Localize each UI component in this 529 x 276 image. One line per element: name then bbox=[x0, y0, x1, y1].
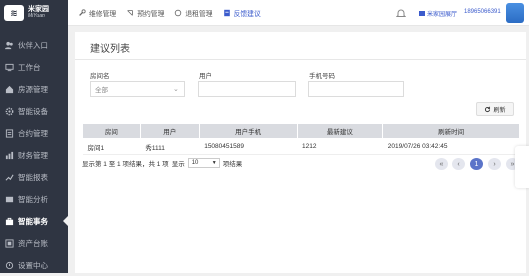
refresh-icon bbox=[485, 106, 491, 112]
sidebar-item-assets[interactable]: 资产台账 bbox=[0, 232, 68, 254]
refresh-button[interactable]: 刷新 bbox=[476, 102, 514, 116]
sidebar-item-label: 资产台账 bbox=[18, 238, 48, 248]
sidebar-item-finance[interactable]: 财务管理 bbox=[0, 144, 68, 166]
room-select-value: 全部 bbox=[95, 87, 108, 94]
phone-filter-label: 手机号码 bbox=[309, 73, 335, 80]
cell-time: 2019/07/26 03:42:45 bbox=[382, 138, 520, 155]
analysis-icon bbox=[5, 196, 14, 202]
next-page-button[interactable]: › bbox=[488, 158, 501, 170]
logo-subtitle: MiYuan bbox=[28, 13, 45, 19]
sidebar-item-partner[interactable]: 伙伴入口 bbox=[0, 34, 68, 56]
cell-user: 秀1111 bbox=[140, 138, 200, 155]
table-header-row: 房间 用户 用户手机 最新建议 刷新时间 bbox=[82, 123, 520, 139]
page-size-label: 显示 bbox=[171, 161, 185, 168]
sidebar-item-label: 智能分析 bbox=[18, 194, 48, 204]
topnav-label: 反馈建议 bbox=[233, 10, 261, 18]
pagination-info: 显示第 1 至 1 项结果，共 1 项 显示 10 项结果 bbox=[82, 158, 242, 168]
top-bar: 维修管理 预约管理 退租管理 反馈建议 米家园展厅 18965066391 bbox=[68, 0, 529, 26]
sidebar-item-analysis[interactable]: 智能分析 bbox=[0, 188, 68, 210]
chevron-down-icon: ⌄ bbox=[173, 86, 179, 93]
topnav-label: 退租管理 bbox=[185, 10, 213, 18]
wrench-icon bbox=[79, 8, 86, 16]
page-title: 建议列表 bbox=[90, 44, 130, 55]
sidebar-item-reports[interactable]: 智能报表 bbox=[0, 166, 68, 188]
cell-phone: 15080451589 bbox=[199, 138, 298, 155]
sidebar-item-label: 合约管理 bbox=[18, 128, 48, 138]
user-menu[interactable]: 米家园展厅 bbox=[419, 9, 457, 18]
sidebar-item-label: 财务管理 bbox=[18, 150, 48, 160]
user-input[interactable] bbox=[198, 81, 296, 97]
page-1-button[interactable]: 1 bbox=[470, 158, 483, 170]
column-header-time[interactable]: 刷新时间 bbox=[382, 123, 520, 139]
topnav-label: 维修管理 bbox=[89, 10, 117, 18]
gear-icon bbox=[5, 107, 14, 115]
sidebar-item-label: 伙伴入口 bbox=[18, 40, 48, 50]
sidebar-item-label: 智能报表 bbox=[18, 172, 48, 182]
column-header-latest[interactable]: 最新建议 bbox=[296, 123, 384, 139]
feedback-icon bbox=[223, 9, 230, 16]
finance-icon bbox=[5, 151, 14, 159]
asset-icon bbox=[5, 238, 14, 248]
bell-icon[interactable] bbox=[396, 8, 406, 18]
pagination-summary: 显示第 1 至 1 项结果，共 1 项 bbox=[82, 161, 169, 168]
sidebar-item-label: 房源管理 bbox=[18, 84, 48, 94]
sidebar-item-housing[interactable]: 房源管理 bbox=[0, 78, 68, 100]
right-side-dock[interactable] bbox=[515, 146, 529, 188]
column-header-phone[interactable]: 用户手机 bbox=[198, 123, 298, 139]
topnav-booking[interactable]: 预约管理 bbox=[126, 8, 164, 18]
table-row[interactable]: 房间1 秀1111 15080451589 1212 2019/07/26 03… bbox=[82, 138, 520, 155]
report-icon bbox=[5, 174, 14, 181]
home-icon bbox=[5, 85, 14, 93]
sidebar-item-label: 设置中心 bbox=[18, 260, 48, 270]
logo-title: 米家园 bbox=[28, 6, 49, 13]
page-size-select[interactable]: 10 bbox=[187, 158, 220, 168]
column-header-user[interactable]: 用户 bbox=[139, 123, 200, 139]
sidebar-item-label: 智能设备 bbox=[18, 106, 48, 116]
topnav-feedback[interactable]: 反馈建议 bbox=[223, 8, 261, 18]
avatar[interactable] bbox=[506, 3, 524, 23]
topnav-repair[interactable]: 维修管理 bbox=[78, 8, 116, 18]
settings-icon bbox=[5, 261, 14, 269]
column-header-room[interactable]: 房间 bbox=[82, 123, 141, 139]
prev-page-button[interactable]: ‹ bbox=[452, 158, 465, 170]
people-icon bbox=[5, 41, 13, 49]
sidebar-item-workbench[interactable]: 工作台 bbox=[0, 56, 68, 78]
suggestion-list-panel: 建议列表 房间名 全部 ⌄ 用户 手机号码 刷新 房间 用户 用户手机 最新建议… bbox=[75, 32, 526, 273]
phone-input[interactable] bbox=[308, 81, 404, 97]
sidebar-item-label: 智能事务 bbox=[18, 216, 48, 226]
booking-icon bbox=[127, 9, 133, 16]
sidebar: ≋ 米家园 MiYuan 伙伴入口 工作台 房源管理 智能设备 合约管理 财务管… bbox=[0, 0, 68, 273]
user-phone: 18965066391 bbox=[464, 9, 501, 15]
topnav-label: 预约管理 bbox=[137, 10, 165, 18]
user-name: 米家园展厅 bbox=[427, 12, 458, 18]
refresh-label: 刷新 bbox=[493, 107, 506, 114]
checkout-icon bbox=[175, 9, 182, 16]
page-size-suffix: 项结果 bbox=[222, 161, 243, 168]
room-filter-label: 房间名 bbox=[90, 73, 110, 80]
briefcase-icon bbox=[5, 217, 14, 225]
topnav-checkout[interactable]: 退租管理 bbox=[174, 8, 213, 18]
logo-mark-icon: ≋ bbox=[4, 5, 24, 21]
store-icon bbox=[419, 11, 425, 16]
user-filter-label: 用户 bbox=[199, 73, 212, 80]
first-page-button[interactable]: « bbox=[435, 158, 448, 170]
sidebar-item-affairs[interactable]: 智能事务 bbox=[0, 210, 68, 232]
sidebar-item-label: 工作台 bbox=[18, 62, 41, 72]
monitor-icon bbox=[5, 63, 14, 71]
sidebar-item-contracts[interactable]: 合约管理 bbox=[0, 122, 68, 144]
logo[interactable]: ≋ 米家园 MiYuan bbox=[0, 0, 68, 26]
suggestion-table: 房间 用户 用户手机 最新建议 刷新时间 房间1 秀1111 150804515… bbox=[82, 123, 520, 155]
cell-room: 房间1 bbox=[82, 138, 141, 155]
contract-icon bbox=[5, 128, 14, 138]
divider bbox=[75, 59, 526, 60]
sidebar-item-devices[interactable]: 智能设备 bbox=[0, 100, 68, 122]
cell-latest: 1212 bbox=[297, 138, 383, 155]
